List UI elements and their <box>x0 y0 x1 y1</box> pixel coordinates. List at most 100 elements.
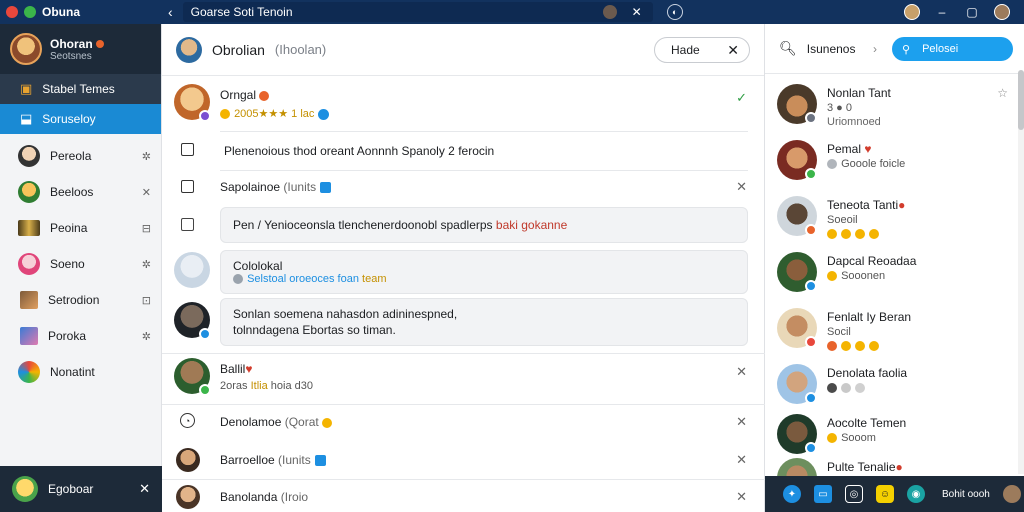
list-item[interactable]: Ballil♥ 2oras Itlia hoia d30 ✕ <box>162 354 765 402</box>
pin-icon[interactable]: ✲ <box>142 150 151 163</box>
close-window-icon[interactable] <box>6 6 18 18</box>
tab-close-icon[interactable]: ✕ <box>629 4 645 20</box>
pin-icon[interactable]: ✲ <box>142 330 151 343</box>
list-item[interactable]: Orngal 2005★★★ 1 lac ✓ <box>162 80 765 130</box>
item-name: Ballil <box>220 362 246 376</box>
avatar <box>18 181 40 203</box>
reaction-emojis <box>827 340 880 352</box>
contact-item[interactable]: Pemal ♥ Gooole foicle <box>765 136 1024 192</box>
search-button[interactable]: ⚲ Pelosei <box>892 37 1013 61</box>
nav-inbox-label: Soruseloy <box>42 112 96 126</box>
status-badge-icon <box>805 224 817 236</box>
item-sub: Selstoal oroeoces foan <box>247 273 359 285</box>
scrollbar-track[interactable] <box>1018 74 1024 474</box>
window-actions: – ▢ <box>904 4 1024 20</box>
close-icon[interactable]: ✕ <box>736 179 747 195</box>
list-item[interactable]: Pen / Yenioceonsla tlenchenerdoonobl spa… <box>162 206 765 244</box>
pin-icon[interactable]: ☆ <box>997 86 1008 100</box>
hide-button[interactable]: Hade ✕ <box>654 37 750 63</box>
list-item[interactable]: Plenenoious thod oreant Aonnnh Spanoly 2… <box>162 134 765 174</box>
search-icon[interactable]: 🔍︎ <box>779 40 797 57</box>
item-name: Orngal <box>220 88 257 102</box>
message-text: Pen / Yenioceonsla tlenchenerdoonobl spa… <box>233 218 493 232</box>
spiral-icon[interactable]: ◉ <box>907 485 925 503</box>
nav-store[interactable]: ▣ Stabel Temes <box>0 74 161 104</box>
window-icon[interactable]: ⊡ <box>142 294 151 307</box>
item-name: Sapolainoe <box>220 180 281 194</box>
close-icon[interactable]: ✕ <box>736 489 747 505</box>
status-badge-icon <box>805 112 817 124</box>
camera-icon[interactable]: ◎ <box>845 485 863 503</box>
contact-item[interactable]: Teneota Tanti● Soeoil <box>765 192 1024 248</box>
wink-icon <box>322 417 333 428</box>
messenger-icon[interactable]: ✦ <box>783 485 801 503</box>
user-avatar-icon[interactable] <box>904 4 920 20</box>
checkbox[interactable] <box>181 143 194 156</box>
search-button-label: Pelosei <box>922 43 959 55</box>
sidebar-item-beeloos[interactable]: Beeloos ✕ <box>0 174 161 210</box>
sidebar-item-soeno[interactable]: Soeno ✲ <box>0 246 161 282</box>
item-sub: 2005★★★ 1 lac <box>234 108 315 120</box>
active-tab[interactable]: Goarse Soti Tenoin ✕ <box>182 2 653 22</box>
avatar <box>176 485 200 509</box>
list-item[interactable]: Banolanda (Iroio ✕ <box>162 482 765 512</box>
heart-icon: ● <box>898 198 906 212</box>
close-icon[interactable]: ✕ <box>736 414 747 430</box>
sidebar-item-peoina[interactable]: Peoina ⊟ <box>0 210 161 246</box>
maximize-window-icon[interactable] <box>24 6 36 18</box>
scrollbar-thumb[interactable] <box>1018 70 1024 130</box>
sidebar-item-nonatint[interactable]: Nonatint <box>0 354 161 390</box>
contact-item[interactable]: Fenlalt Iy Beran Socil <box>765 304 1024 360</box>
video-icon[interactable]: ▭ <box>814 485 832 503</box>
sidebar-item-label: Setrodion <box>48 293 100 307</box>
close-icon[interactable]: ✕ <box>736 364 747 380</box>
archive-icon[interactable]: ⊟ <box>142 222 151 235</box>
list-item[interactable]: Sonlan soemena nahasdon adininespned, to… <box>162 298 765 348</box>
list-item[interactable]: Sapolainoe (Iunits ✕ <box>162 174 765 204</box>
bottom-toolbar: ✦ ▭ ◎ ☺ ◉ Bohit oooh <box>765 476 1024 512</box>
new-tab-icon[interactable]: ◐ <box>666 4 683 20</box>
contact-sub-2: Uriomnoed <box>827 116 881 128</box>
nav-inbox[interactable]: ⬓ Soruseloy <box>0 104 161 134</box>
avatar <box>18 361 40 383</box>
profile-icon[interactable] <box>1002 485 1021 503</box>
list-item[interactable]: Barroelloe (Iunits ✕ <box>162 444 765 478</box>
contact-item[interactable]: Dapcal Reoadaa Sooonen <box>765 248 1024 304</box>
list-item[interactable]: Cololokal Selstoal oroeoces foan team <box>162 248 765 296</box>
sidebar-item-poroka[interactable]: Poroka ✲ <box>0 318 161 354</box>
contact-item[interactable]: Denolata faolia <box>765 360 1024 416</box>
close-icon[interactable]: ✕ <box>727 42 739 59</box>
checkbox[interactable] <box>181 180 194 193</box>
item-name: Banolanda <box>220 490 278 504</box>
close-icon[interactable]: ✕ <box>139 481 150 497</box>
sidebar-item-pereola[interactable]: Pereola ✲ <box>0 138 161 174</box>
list-item[interactable]: ◔ Denolamoe (Qorat ✕ <box>162 408 765 438</box>
close-icon[interactable]: ✕ <box>142 186 151 199</box>
close-icon[interactable]: ✕ <box>736 452 747 468</box>
search-label[interactable]: Isunenos <box>807 42 856 56</box>
chevron-right-icon[interactable]: › <box>873 42 877 56</box>
restore-icon[interactable]: ▢ <box>964 4 980 20</box>
contact-item[interactable]: Pulte Tenalie● <box>765 456 1024 476</box>
item-sub-pre: 2oras <box>220 380 248 392</box>
minimize-icon[interactable]: – <box>934 4 950 20</box>
pin-icon[interactable]: ✲ <box>142 258 151 271</box>
avatar <box>18 253 40 275</box>
message-line-2: tolnndagena Ebortas so timan. <box>233 323 396 337</box>
check-icon[interactable]: ✓ <box>736 90 747 106</box>
status-badge-icon <box>805 336 817 348</box>
avatar <box>18 220 40 236</box>
status-badge-icon <box>805 280 817 292</box>
heart-icon: ♥ <box>245 362 253 376</box>
avatar <box>777 458 817 476</box>
checkbox-checked[interactable] <box>181 218 194 231</box>
emoji-icon[interactable]: ☺ <box>876 485 894 503</box>
contact-item[interactable]: Nonlan Tant 3 ● 0 Uriomnoed ☆ <box>765 80 1024 136</box>
contact-sub: Gooole foicle <box>841 158 906 170</box>
sidebar-footer[interactable]: Egoboar ✕ <box>0 466 162 512</box>
sidebar-item-setrodion[interactable]: Setrodion ⊡ <box>0 282 161 318</box>
contact-name: Aocolte Temen <box>827 416 907 430</box>
profile-header[interactable]: Ohoran Seotsnes <box>0 24 161 74</box>
account-icon[interactable] <box>994 4 1010 20</box>
item-name: Barroelloe <box>220 453 275 467</box>
